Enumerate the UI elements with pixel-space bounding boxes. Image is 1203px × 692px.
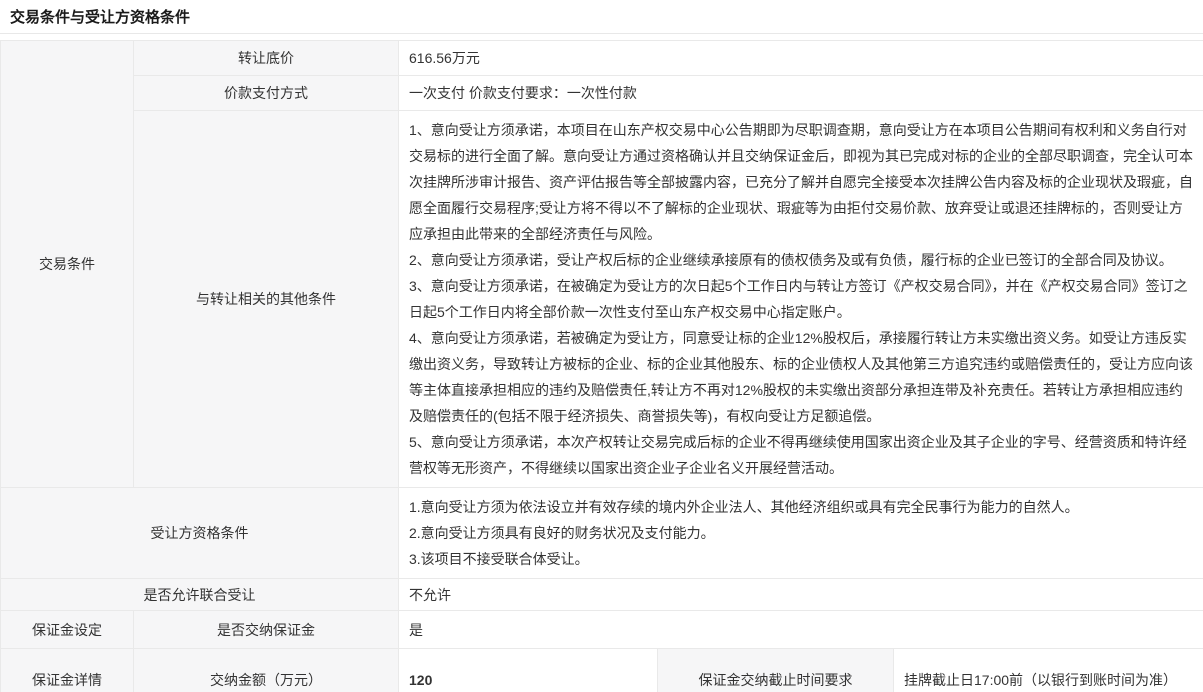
row-joint-transfer: 是否允许联合受让 不允许 xyxy=(1,579,1203,611)
value-deposit-amount: 120 xyxy=(399,649,658,692)
group-label-deposit-detail: 保证金详情 xyxy=(1,649,134,692)
deposit-deadline-text: 挂牌截止日17:00前（以银行到账时间为准） xyxy=(904,667,1193,692)
label-deposit-deadline: 保证金交纳截止时间要求 xyxy=(658,649,894,692)
row-other-conditions: 与转让相关的其他条件 1、意向受让方须承诺，本项目在山东产权交易中心公告期即为尽… xyxy=(1,111,1203,488)
value-deposit-deadline: 挂牌截止日17:00前（以银行到账时间为准） xyxy=(894,649,1203,692)
qualification-paragraph-3: 3.该项目不接受联合体受让。 xyxy=(409,546,1193,572)
qualification-paragraph-1: 1.意向受让方须为依法设立并有效存续的境内外企业法人、其他经济组织或具有完全民事… xyxy=(409,494,1193,520)
row-qualification: 受让方资格条件 1.意向受让方须为依法设立并有效存续的境内外企业法人、其他经济组… xyxy=(1,488,1203,579)
row-deposit-required: 保证金设定 是否交纳保证金 是 xyxy=(1,611,1203,649)
value-payment-method: 一次支付 价款支付要求：一次性付款 xyxy=(399,76,1203,111)
other-conditions-paragraph-3: 3、意向受让方须承诺，在被确定为受让方的次日起5个工作日内与转让方签订《产权交易… xyxy=(409,273,1193,325)
qualification-paragraph-2: 2.意向受让方须具有良好的财务状况及支付能力。 xyxy=(409,520,1193,546)
conditions-table: 交易条件 转让底价 616.56万元 价款支付方式 一次支付 价款支付要求：一次… xyxy=(0,40,1203,692)
other-conditions-paragraph-2: 2、意向受让方须承诺，受让产权后标的企业继续承接原有的债权债务及或有负债，履行标… xyxy=(409,247,1193,273)
other-conditions-paragraph-1: 1、意向受让方须承诺，本项目在山东产权交易中心公告期即为尽职调查期，意向受让方在… xyxy=(409,117,1193,247)
value-other-conditions: 1、意向受让方须承诺，本项目在山东产权交易中心公告期即为尽职调查期，意向受让方在… xyxy=(399,111,1203,488)
value-base-price: 616.56万元 xyxy=(399,41,1203,76)
value-qualification: 1.意向受让方须为依法设立并有效存续的境内外企业法人、其他经济组织或具有完全民事… xyxy=(399,488,1203,579)
row-payment-method: 价款支付方式 一次支付 价款支付要求：一次性付款 xyxy=(1,76,1203,111)
label-joint-transfer: 是否允许联合受让 xyxy=(1,579,399,611)
label-payment-method: 价款支付方式 xyxy=(134,76,399,111)
label-deposit-amount: 交纳金额（万元） xyxy=(134,649,399,692)
label-deposit-required: 是否交纳保证金 xyxy=(134,611,399,649)
other-conditions-paragraph-4: 4、意向受让方须承诺，若被确定为受让方，同意受让标的企业12%股权后，承接履行转… xyxy=(409,325,1193,429)
other-conditions-paragraph-5: 5、意向受让方须承诺，本次产权转让交易完成后标的企业不得再继续使用国家出资企业及… xyxy=(409,429,1193,481)
section-title: 交易条件与受让方资格条件 xyxy=(0,0,1203,34)
label-qualification: 受让方资格条件 xyxy=(1,488,399,579)
label-base-price: 转让底价 xyxy=(134,41,399,76)
group-label-deposit-setting: 保证金设定 xyxy=(1,611,134,649)
value-joint-transfer: 不允许 xyxy=(399,579,1203,611)
row-base-price: 交易条件 转让底价 616.56万元 xyxy=(1,41,1203,76)
row-deposit-detail: 保证金详情 交纳金额（万元） 120 保证金交纳截止时间要求 挂牌截止日17:0… xyxy=(1,649,1203,692)
trade-conditions-panel: 交易条件与受让方资格条件 交易条件 转让底价 616.56万元 价款支付方式 一… xyxy=(0,0,1203,692)
value-deposit-required: 是 xyxy=(399,611,1203,649)
label-other-conditions: 与转让相关的其他条件 xyxy=(134,111,399,488)
group-label-trade-conditions: 交易条件 xyxy=(1,41,134,488)
